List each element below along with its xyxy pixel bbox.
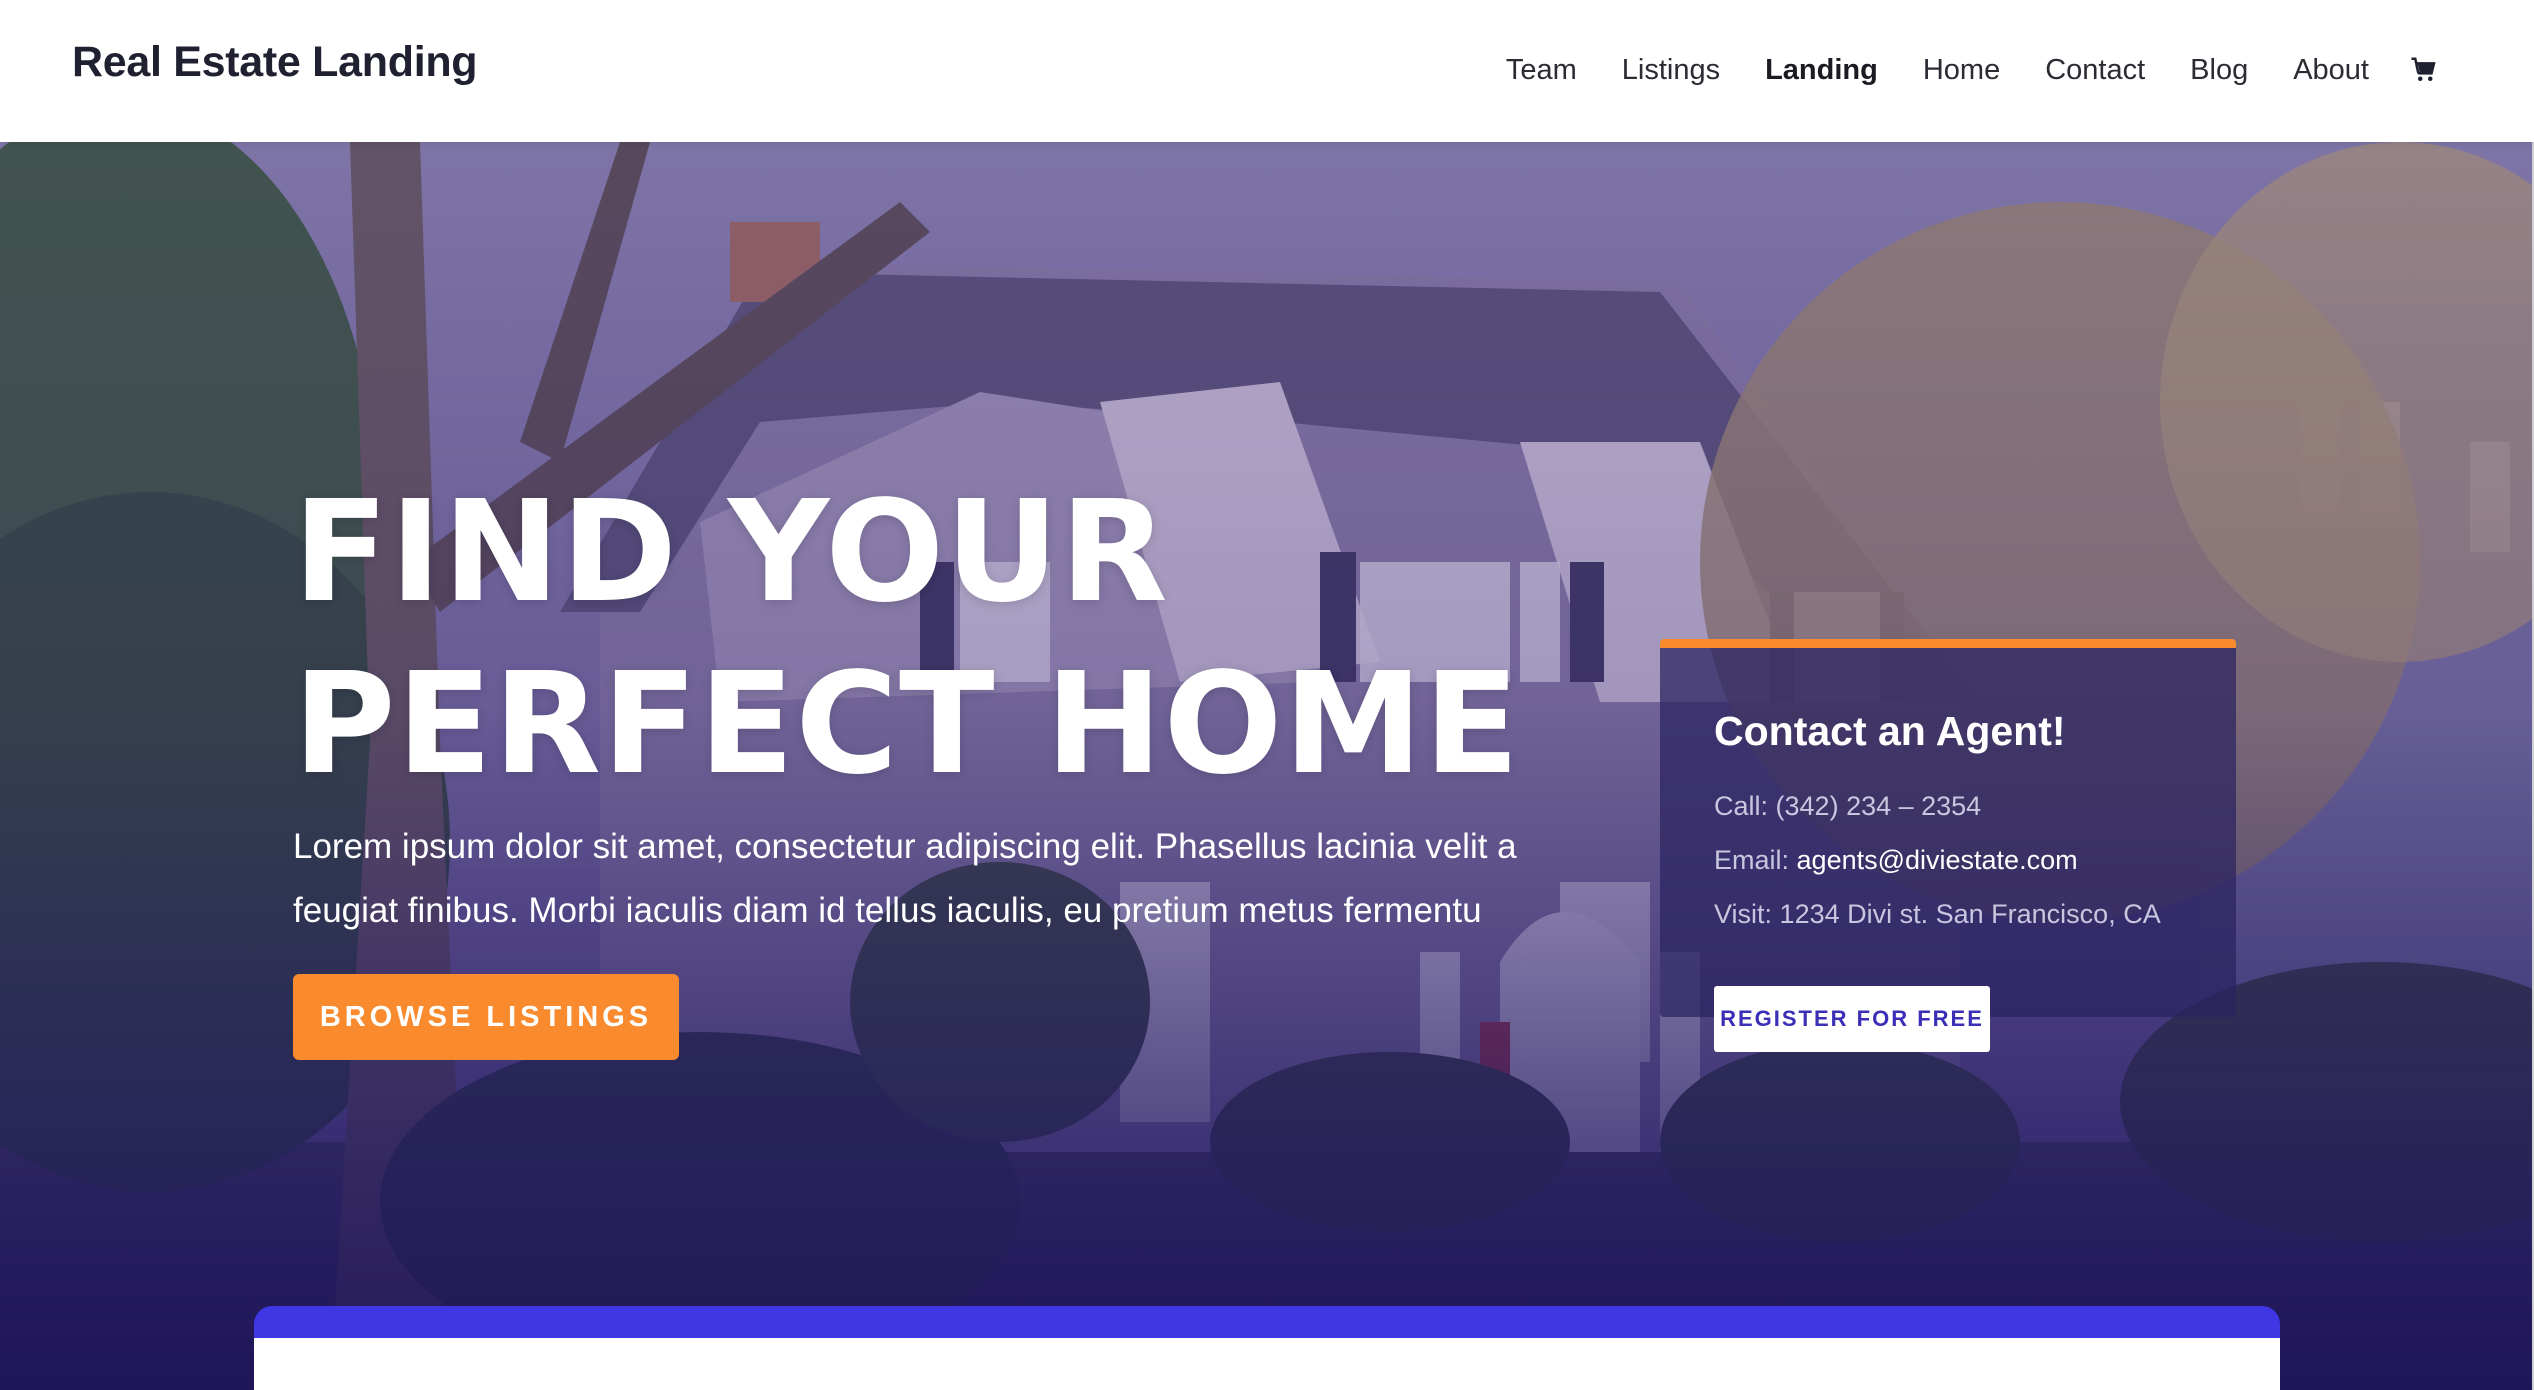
main-nav: Team Listings Landing Home Contact Blog … bbox=[1461, 50, 2439, 90]
visit-value: 1234 Divi st. San Francisco, CA bbox=[1779, 899, 2161, 929]
hero-title-line-1: FIND YOUR bbox=[293, 471, 1169, 634]
nav-item-about[interactable]: About bbox=[2293, 50, 2369, 90]
call-label: Call: bbox=[1714, 791, 1769, 821]
call-value: (342) 234 – 2354 bbox=[1775, 791, 1982, 821]
hero-title-line-2: PERFECT HOME bbox=[293, 643, 1521, 806]
nav-item-blog[interactable]: Blog bbox=[2190, 50, 2248, 90]
browse-listings-button[interactable]: BROWSE LISTINGS bbox=[293, 974, 679, 1060]
hero-description: Lorem ipsum dolor sit amet, consectetur … bbox=[293, 827, 1517, 930]
nav-item-listings[interactable]: Listings bbox=[1622, 50, 1720, 90]
cart-icon[interactable] bbox=[2409, 55, 2439, 85]
email-link[interactable]: agents@diviestate.com bbox=[1797, 845, 2078, 875]
nav-item-home[interactable]: Home bbox=[1923, 50, 2000, 90]
hero-title: FIND YOUR PERFECT HOME bbox=[293, 467, 1520, 811]
site-logo[interactable]: Real Estate Landing bbox=[72, 38, 478, 87]
nav-item-contact[interactable]: Contact bbox=[2045, 50, 2145, 90]
nav-item-team[interactable]: Team bbox=[1506, 50, 1577, 90]
visit-label: Visit: bbox=[1714, 899, 1773, 929]
contact-agent-card: Contact an Agent! Call: (342) 234 – 2354… bbox=[1660, 639, 2236, 1052]
register-for-free-button[interactable]: REGISTER FOR FREE bbox=[1714, 986, 1990, 1052]
site-header: Real Estate Landing Team Listings Landin… bbox=[0, 0, 2534, 142]
contact-visit-line: Visit: 1234 Divi st. San Francisco, CA bbox=[1714, 899, 2161, 930]
contact-call-line: Call: (342) 234 – 2354 bbox=[1714, 791, 1981, 822]
contact-email-line: Email: agents@diviestate.com bbox=[1714, 845, 2078, 876]
email-label: Email: bbox=[1714, 845, 1790, 875]
hero-section: FIND YOUR PERFECT HOME Lorem ipsum dolor… bbox=[0, 142, 2534, 1390]
search-panel bbox=[254, 1306, 2280, 1390]
contact-card-title: Contact an Agent! bbox=[1714, 708, 2066, 754]
nav-item-landing[interactable]: Landing bbox=[1765, 50, 1878, 90]
